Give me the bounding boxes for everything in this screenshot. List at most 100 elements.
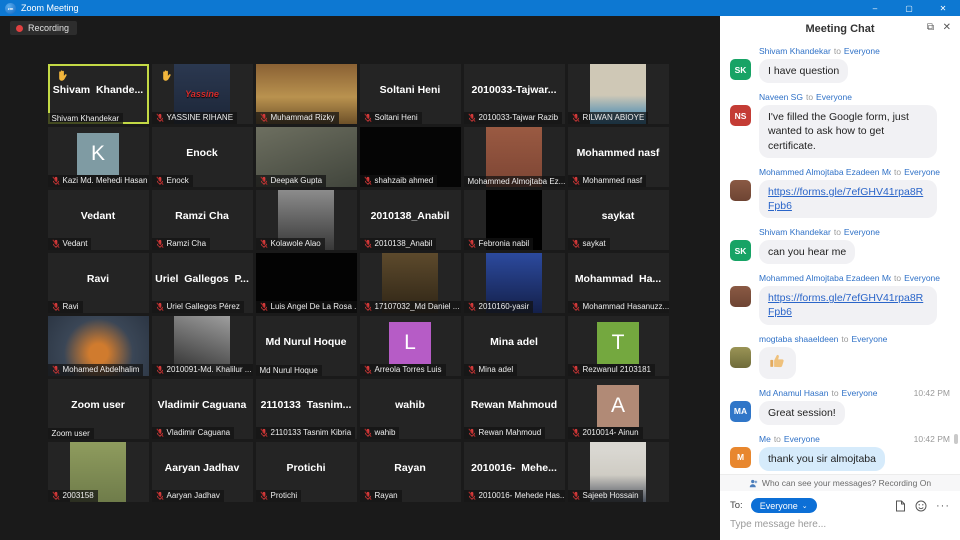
participant-tile[interactable]: wahib wahib [359,378,461,439]
muted-mic-icon [363,365,372,374]
participant-tile[interactable]: Febronia nabil [463,189,565,250]
participant-name: Ramzi Cha [175,209,229,222]
participant-tile[interactable]: 2010160-yasir [463,252,565,313]
participant-label-bar: Arreola Torres Luis [359,363,446,376]
muted-mic-icon [259,239,268,248]
participant-tile[interactable]: Protichi Protichi [255,441,357,502]
participant-tile[interactable]: Mohammad Ha... Mohammad Hasanuzz... [567,252,669,313]
participant-name: Rayan [394,461,426,474]
message-body [730,346,950,379]
participant-tile[interactable]: 2010016- Mehe... 2010016- Mehede Has... [463,441,565,502]
participant-tile[interactable]: Vedant Vedant [47,189,149,250]
message-link[interactable]: https://forms.gle/7efGHV41rpa8RFpb6 [768,292,923,318]
participant-tile[interactable]: T Rezwanul 2103181 [567,315,669,376]
recording-indicator[interactable]: Recording [10,21,78,35]
participant-tile[interactable]: L Arreola Torres Luis [359,315,461,376]
recipient-dropdown[interactable]: Everyone ⌄ [750,498,817,513]
participant-label: Uriel Gallegos Pérez [166,302,240,311]
participant-tile[interactable]: Vladimir Caguana Vladimir Caguana [151,378,253,439]
more-options-icon[interactable]: ··· [936,500,950,512]
maximize-button[interactable]: ▢ [892,0,926,16]
message-recipient: Everyone [904,166,941,177]
participant-tile[interactable]: Enock Enock [151,126,253,187]
emoji-icon[interactable] [915,500,927,512]
zoom-app-icon: zm [5,2,16,14]
privacy-notice[interactable]: Who can see your messages? Recording On [720,474,960,491]
participant-tile[interactable]: Yassine YASSINE RIHANE [151,63,253,124]
participant-label-bar: 2003158 [47,489,98,502]
participant-label: Arreola Torres Luis [374,365,442,374]
participant-tile[interactable]: 2010091-Md. Khalilur ... [151,315,253,376]
message-bubble: thank you sir almojtaba [759,446,885,472]
participant-label-bar: Deepak Gupta [255,174,327,187]
participant-name: Soltani Heni [379,83,441,96]
participant-tile[interactable]: Deepak Gupta [255,126,357,187]
participant-name: Zoom user [71,398,125,411]
participant-tile[interactable]: Mina adel Mina adel [463,315,565,376]
participant-tile[interactable]: Luis Angel De La Rosa ... [255,252,357,313]
chat-scrollbar[interactable] [954,434,958,444]
message-input[interactable]: Type message here... [720,513,960,540]
participant-name: 2010033-Tajwar... [471,83,557,96]
participant-label-bar: 2110133 Tasnim Kibria [255,426,356,439]
message-header: Naveen SG to Everyone [759,92,950,102]
muted-mic-icon [155,239,164,248]
chat-message-list[interactable]: Shivam Khandekar to Everyone SK I have quest… [720,42,960,474]
participant-label: saykat [582,239,606,248]
recipient-selected: Everyone [759,500,798,511]
participant-tile[interactable]: A 2010014- Ainun [567,378,669,439]
participant-label: Luis Angel De La Rosa ... [270,302,357,311]
message-timestamp: 10:42 PM [913,387,950,398]
participant-label-bar: Sajeeb Hossain [567,489,643,502]
participant-tile[interactable]: Mohammed nasf Mohammed nasf [567,126,669,187]
participant-label-bar: Kolawole Alao [255,237,325,250]
message-sender: mogtaba shaaeldeen [759,333,839,344]
file-attach-icon[interactable] [895,500,906,512]
participant-tile[interactable]: Rayan Rayan [359,441,461,502]
participant-tile[interactable]: Muhammad Rizky [255,63,357,124]
participant-label: 2010160-yasir [478,302,530,311]
popout-icon[interactable]: ⧉ [927,22,934,33]
participant-tile[interactable]: saykat saykat [567,189,669,250]
message-header: Shivam Khandekar to Everyone [759,227,950,237]
avatar-letter: A [597,385,639,428]
participant-tile[interactable]: 2010033-Tajwar... 2010033-Tajwar Razib [463,63,565,124]
avatar-initials: SK [730,240,751,262]
participant-tile[interactable]: Kolawole Alao [255,189,357,250]
participant-tile[interactable]: Uriel Gallegos P... Uriel Gallegos Pérez [151,252,253,313]
minimize-button[interactable]: – [858,0,892,16]
participant-label: 2110133 Tasnim Kibria [270,428,352,437]
message-to-word: to [833,227,841,238]
close-chat-icon[interactable]: ✕ [943,22,951,33]
participant-label: Vedant [62,239,88,248]
participant-tile[interactable]: Md Nurul Hoque Md Nurul Hoque [255,315,357,376]
avatar-letter: L [389,322,431,365]
participant-label-bar: Uriel Gallegos Pérez [151,300,244,313]
close-button[interactable]: ✕ [926,0,960,16]
participant-tile[interactable]: Ravi Ravi [47,252,149,313]
participant-tile[interactable]: Mohamed Abdelhalim [47,315,149,376]
participant-tile[interactable]: Zoom user Zoom user [47,378,149,439]
muted-mic-icon [467,491,476,500]
participant-tile[interactable]: 17107032_Md Daniel ... [359,252,461,313]
participant-tile[interactable]: Aaryan Jadhav Aaryan Jadhav [151,441,253,502]
participant-tile[interactable]: 2003158 [47,441,149,502]
participant-tile[interactable]: 2110133 Tasnim... 2110133 Tasnim Kibria [255,378,357,439]
message-recipient: Everyone [783,433,820,444]
chat-title: Meeting Chat [805,23,875,35]
participant-name: Uriel Gallegos P... [155,272,249,285]
participant-tile[interactable]: RILWAN ABIOYE [567,63,669,124]
participant-tile[interactable]: Soltani Heni Soltani Heni [359,63,461,124]
participant-tile[interactable]: 2010138_Anabil 2010138_Anabil [359,189,461,250]
avatar-letter: K [77,133,119,176]
participant-tile[interactable]: Rewan Mahmoud Rewan Mahmoud [463,378,565,439]
message-link[interactable]: https://forms.gle/7efGHV41rpa8RFpb6 [768,186,923,212]
participant-label: Rezwanul 2103181 [582,365,652,374]
participant-tile[interactable]: Shivam Khande... Shivam Khandekar [47,63,149,124]
participant-tile[interactable]: Ramzi Cha Ramzi Cha [151,189,253,250]
participant-tile[interactable]: shahzaib ahmed [359,126,461,187]
muted-mic-icon [51,176,60,185]
participant-tile[interactable]: Sajeeb Hossain [567,441,669,502]
participant-tile[interactable]: K Kazi Md. Mehedi Hasan [47,126,149,187]
participant-tile[interactable]: Mohammed Almojtaba Ez... [463,126,565,187]
